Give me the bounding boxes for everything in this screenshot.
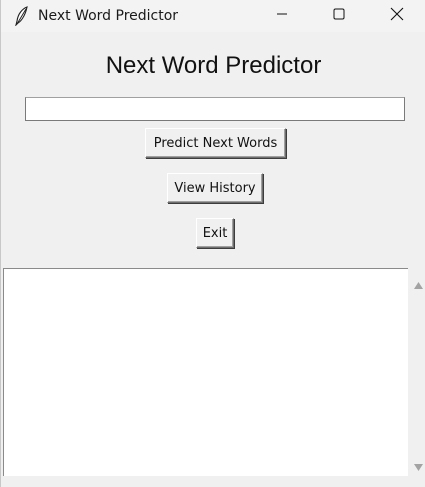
output-scrollbar[interactable]	[410, 268, 425, 476]
scroll-up-arrow-icon[interactable]	[414, 276, 423, 294]
window-title: Next Word Predictor	[38, 8, 179, 24]
app-window: Next Word Predictor Next Word Predictor …	[0, 0, 425, 487]
feather-icon	[13, 6, 31, 27]
scroll-down-arrow-icon[interactable]	[414, 458, 423, 476]
close-button[interactable]	[374, 0, 420, 32]
app-heading: Next Word Predictor	[105, 52, 322, 79]
predict-next-words-button[interactable]: Predict Next Words	[145, 128, 286, 158]
view-history-button[interactable]: View History	[167, 173, 263, 203]
maximize-icon	[333, 7, 345, 25]
minimize-button[interactable]	[259, 0, 305, 32]
window-bottom-edge	[1, 476, 425, 487]
title-bar[interactable]: Next Word Predictor	[1, 0, 425, 32]
output-text-area[interactable]	[3, 268, 408, 476]
exit-button[interactable]: Exit	[196, 218, 234, 248]
minimize-icon	[276, 7, 288, 25]
text-entry[interactable]	[25, 97, 405, 121]
maximize-button[interactable]	[316, 0, 362, 32]
close-icon	[390, 7, 404, 26]
